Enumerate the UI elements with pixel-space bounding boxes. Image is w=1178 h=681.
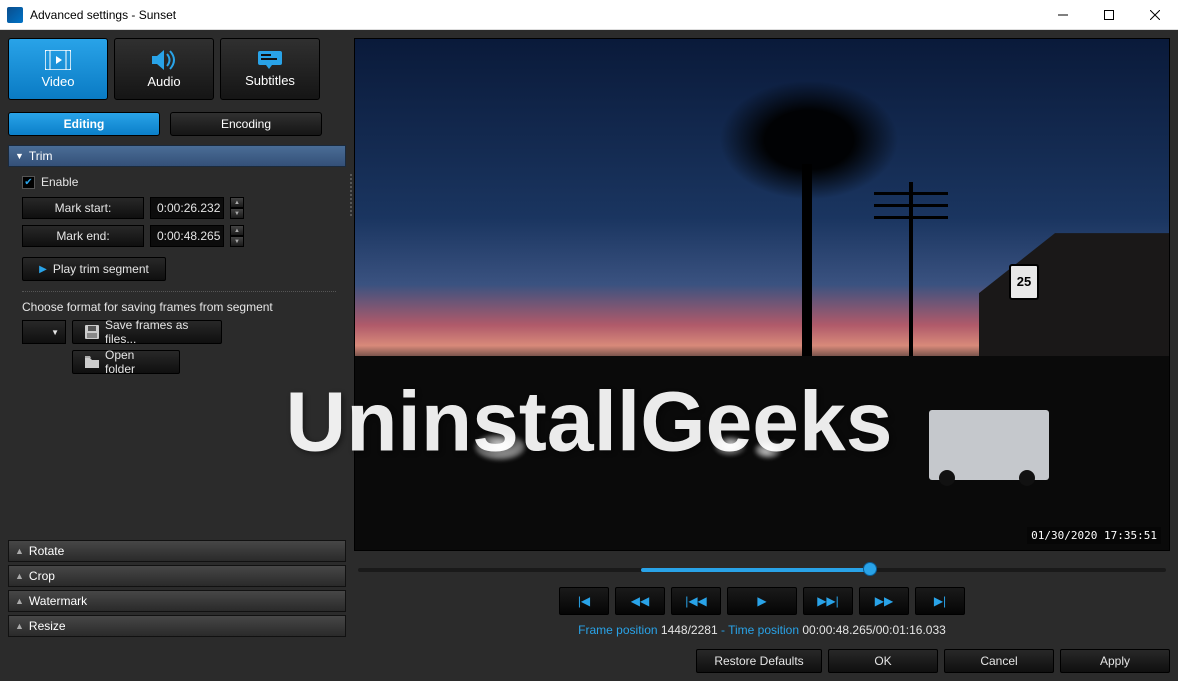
timeline-thumb[interactable] [863, 562, 877, 576]
goto-end-button[interactable]: ▶| [915, 587, 965, 615]
play-button[interactable]: ▶ [727, 587, 797, 615]
section-watermark-label: Watermark [29, 594, 87, 608]
play-icon: ▶ [39, 264, 47, 275]
mark-end-label: Mark end: [22, 225, 144, 247]
speed-sign: 25 [1009, 264, 1039, 300]
video-icon [45, 50, 71, 70]
forward-button[interactable]: ▶▶ [859, 587, 909, 615]
tab-subtitles-label: Subtitles [245, 73, 295, 88]
chevron-up-icon: ▲ [15, 546, 24, 556]
section-rotate-label: Rotate [29, 544, 64, 558]
chevron-down-icon: ▼ [15, 151, 24, 161]
tab-subtitles[interactable]: Subtitles [220, 38, 320, 100]
subtab-encoding[interactable]: Encoding [170, 112, 322, 136]
restore-defaults-button[interactable]: Restore Defaults [696, 649, 822, 673]
next-frame-button[interactable]: ▶▶| [803, 587, 853, 615]
subtitles-icon [258, 51, 282, 69]
chevron-down-icon: ▼ [51, 328, 59, 337]
video-preview: 25 01/30/2020 17:35:51 [354, 38, 1170, 551]
maximize-button[interactable] [1086, 0, 1132, 30]
section-trim-body: ✔ Enable Mark start: 0:00:26.232 ▲ ▼ Mar… [8, 167, 346, 382]
mark-start-up[interactable]: ▲ [230, 197, 244, 208]
close-button[interactable] [1132, 0, 1178, 30]
chevron-up-icon: ▲ [15, 596, 24, 606]
titlebar: Advanced settings - Sunset [0, 0, 1178, 30]
section-resize-header[interactable]: ▲ Resize [8, 615, 346, 637]
enable-label: Enable [41, 175, 78, 189]
section-resize-label: Resize [29, 619, 66, 633]
mark-start-input[interactable]: 0:00:26.232 [150, 197, 224, 219]
mark-end-down[interactable]: ▼ [230, 236, 244, 247]
ok-button[interactable]: OK [828, 649, 938, 673]
app-icon [7, 7, 23, 23]
chevron-up-icon: ▲ [15, 571, 24, 581]
mark-start-down[interactable]: ▼ [230, 208, 244, 219]
cancel-button[interactable]: Cancel [944, 649, 1054, 673]
position-readout: Frame position 1448/2281 - Time position… [354, 623, 1170, 637]
subtab-editing[interactable]: Editing [8, 112, 160, 136]
folder-icon [85, 356, 99, 368]
goto-start-button[interactable]: |◀ [559, 587, 609, 615]
minimize-button[interactable] [1040, 0, 1086, 30]
tab-audio-label: Audio [147, 74, 180, 89]
tab-audio[interactable]: Audio [114, 38, 214, 100]
format-dropdown[interactable]: ▼ [22, 320, 66, 344]
prev-frame-button[interactable]: |◀◀ [671, 587, 721, 615]
enable-checkbox[interactable]: ✔ [22, 176, 35, 189]
chevron-up-icon: ▲ [15, 621, 24, 631]
section-crop-label: Crop [29, 569, 55, 583]
mark-end-up[interactable]: ▲ [230, 225, 244, 236]
timeline[interactable] [358, 561, 1166, 579]
preview-timestamp: 01/30/2020 17:35:51 [1027, 527, 1161, 544]
section-trim-label: Trim [29, 149, 53, 163]
section-crop-header[interactable]: ▲ Crop [8, 565, 346, 587]
audio-icon [152, 50, 176, 70]
apply-button[interactable]: Apply [1060, 649, 1170, 673]
save-icon [85, 325, 99, 339]
mark-start-label: Mark start: [22, 197, 144, 219]
choose-format-label: Choose format for saving frames from seg… [22, 300, 336, 314]
section-watermark-header[interactable]: ▲ Watermark [8, 590, 346, 612]
open-folder-button[interactable]: Open folder [72, 350, 180, 374]
section-trim-header[interactable]: ▼ Trim [8, 145, 346, 167]
mark-end-input[interactable]: 0:00:48.265 [150, 225, 224, 247]
save-frames-button[interactable]: Save frames as files... [72, 320, 222, 344]
tab-video[interactable]: Video [8, 38, 108, 100]
window-title: Advanced settings - Sunset [30, 8, 1040, 22]
tab-video-label: Video [41, 74, 74, 89]
section-rotate-header[interactable]: ▲ Rotate [8, 540, 346, 562]
rewind-button[interactable]: ◀◀ [615, 587, 665, 615]
play-trim-button[interactable]: ▶ Play trim segment [22, 257, 166, 281]
